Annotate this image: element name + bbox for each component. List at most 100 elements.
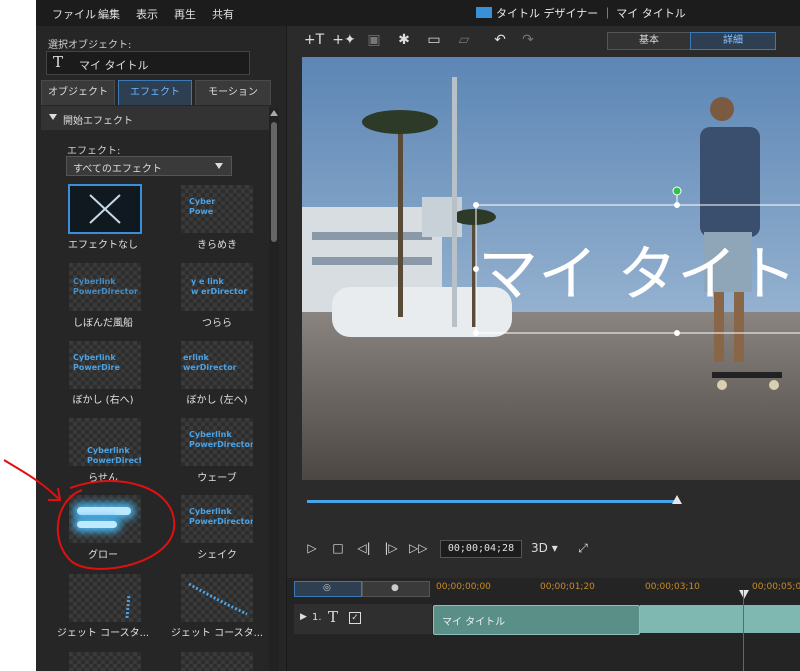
playhead-marker[interactable] xyxy=(739,590,749,599)
thumb-text: y e link w erDirector xyxy=(191,277,248,296)
thumb-text: Cyberlink PowerDire xyxy=(73,353,120,372)
insert-particle-icon[interactable]: +✦ xyxy=(332,30,356,50)
effect-filter-dropdown[interactable]: すべてのエフェクト xyxy=(66,156,232,176)
insert-text-icon[interactable]: +T xyxy=(302,30,326,50)
fast-forward-icon[interactable]: ▷▷ xyxy=(409,540,427,556)
effect-thumb[interactable]: Cyberlink PowerDirector xyxy=(69,263,141,311)
thumb-text: Cyberlink PowerDirector xyxy=(189,430,253,449)
selected-object-label: 選択オブジェクト: xyxy=(48,40,132,51)
track-expand-icon[interactable]: ▶ xyxy=(300,612,307,622)
effect-filter-label: エフェクト: xyxy=(67,146,121,157)
prev-frame-icon[interactable]: ◁| xyxy=(355,540,373,556)
effect-label: きらめき xyxy=(197,240,237,251)
undo-icon[interactable]: ↶ xyxy=(488,30,512,50)
effect-label: ジェット コースタ... xyxy=(170,628,264,639)
effect-filter-value: すべてのエフェクト xyxy=(73,164,162,175)
fullscreen-icon[interactable]: ⤢ xyxy=(574,540,592,556)
effect-thumb[interactable]: Cyberlink PowerDire xyxy=(69,341,141,389)
stop-icon[interactable]: □ xyxy=(329,540,347,556)
effect-thumb-glow[interactable] xyxy=(69,495,141,543)
play-icon[interactable]: ▷ xyxy=(303,540,321,556)
effect-label: エフェクトなし xyxy=(68,240,138,251)
insert-image-icon[interactable]: ▣ xyxy=(362,30,386,50)
insert-effect-icon[interactable]: ✱ xyxy=(392,30,416,50)
effect-label: グロー xyxy=(88,550,118,561)
glow-blob xyxy=(77,521,117,528)
app-logo-icon xyxy=(476,7,492,18)
3d-mode-label: 3D xyxy=(531,541,548,555)
coaster-thumb-graphic xyxy=(125,593,131,619)
glow-blob xyxy=(77,507,131,515)
selected-object-value: マイ タイトル xyxy=(79,59,149,72)
effect-thumb-none[interactable] xyxy=(68,184,142,234)
mode-detail-button[interactable]: 詳細 xyxy=(690,32,776,50)
video-preview[interactable]: マイ タイトル xyxy=(302,57,800,480)
menu-share[interactable]: 共有 xyxy=(212,6,234,22)
redo-icon[interactable]: ↷ xyxy=(516,30,540,50)
effect-label: ウェーブ xyxy=(197,473,237,484)
preview-seek-track[interactable] xyxy=(307,500,677,503)
tab-effect[interactable]: エフェクト xyxy=(118,80,192,105)
scroll-thumb[interactable] xyxy=(271,122,277,242)
tab-object[interactable]: オブジェクト xyxy=(41,80,115,105)
effect-thumb[interactable]: Cyber Powe xyxy=(181,185,253,233)
preview-seek-thumb[interactable] xyxy=(672,495,682,504)
collapse-arrow-icon xyxy=(49,114,57,120)
thumb-text: Cyberlink PowerDirector xyxy=(87,446,141,465)
effect-thumb[interactable]: Cyberlink PowerDirector xyxy=(181,495,253,543)
effects-scrollbar[interactable] xyxy=(269,108,279,671)
track-enable-checkbox[interactable]: ✓ xyxy=(349,612,361,624)
insert-background-icon[interactable]: ▱ xyxy=(452,30,476,50)
window-title-text: タイトル デザイナー ｜ マイ タイトル xyxy=(496,7,686,20)
track-header: ▶ 1. T ✓ xyxy=(294,604,432,634)
selected-object-field[interactable]: T マイ タイトル xyxy=(46,51,250,75)
chevron-down-icon xyxy=(215,163,223,169)
zoom-icon: ● xyxy=(391,583,399,593)
thumb-text: erlink werDirector xyxy=(183,353,237,372)
effect-thumb[interactable] xyxy=(181,652,253,671)
playhead-line xyxy=(743,590,744,671)
ruler-tick: 00;00;01;20 xyxy=(540,582,595,592)
section-header-start-effects[interactable]: 開始エフェクト xyxy=(41,106,269,130)
clip-extension[interactable] xyxy=(640,605,800,633)
mode-basic-button[interactable]: 基本 xyxy=(607,32,691,50)
effect-thumb[interactable]: Cyberlink PowerDirector xyxy=(69,418,141,466)
effect-label: つらら xyxy=(202,318,232,329)
effect-thumb[interactable] xyxy=(181,574,253,622)
thumb-text: Cyberlink PowerDirector xyxy=(189,507,253,526)
menu-bar: ファイル 編集 表示 再生 共有 タイトル デザイナー ｜ マイ タイトル xyxy=(36,0,800,26)
effect-label: シェイク xyxy=(197,550,237,561)
coaster-thumb-graphic xyxy=(188,582,248,616)
preview-scene: マイ タイトル xyxy=(302,57,800,480)
thumb-text: Cyberlink PowerDirector xyxy=(73,277,138,296)
scroll-up-icon xyxy=(270,110,278,116)
menu-edit[interactable]: 編集 xyxy=(98,6,120,22)
3d-mode-button[interactable]: 3D ▾ xyxy=(531,541,558,555)
next-frame-icon[interactable]: |▷ xyxy=(382,540,400,556)
thumb-text: Cyber Powe xyxy=(189,197,216,216)
section-title: 開始エフェクト xyxy=(63,116,133,127)
effect-thumb[interactable] xyxy=(69,574,141,622)
menu-play[interactable]: 再生 xyxy=(174,6,196,22)
effect-thumb[interactable]: erlink werDirector xyxy=(181,341,253,389)
tab-motion[interactable]: モーション xyxy=(195,80,271,105)
effect-label: しぼんだ風船 xyxy=(73,318,133,329)
effect-thumb[interactable]: Cyberlink PowerDirector xyxy=(181,418,253,466)
timecode-display[interactable]: 00;00;04;28 xyxy=(440,540,522,558)
timeline-view-icon: ◎ xyxy=(323,583,331,593)
effect-label: ジェット コースタ... xyxy=(56,628,150,639)
menu-view[interactable]: 表示 xyxy=(136,6,158,22)
effect-thumb[interactable]: y e link w erDirector xyxy=(181,263,253,311)
no-effect-x-icon xyxy=(89,194,121,224)
preview-title-text[interactable]: マイ タイトル xyxy=(478,240,800,310)
title-clip[interactable]: マイ タイトル xyxy=(433,605,640,635)
clip-label: マイ タイトル xyxy=(442,617,506,628)
insert-box-icon[interactable]: ▭ xyxy=(422,30,446,50)
ruler-tick: 00;00;03;10 xyxy=(645,582,700,592)
menu-file[interactable]: ファイル xyxy=(52,6,96,22)
title-track-icon: T xyxy=(328,608,339,626)
ruler-tick: 00;00;00;00 xyxy=(436,582,491,592)
effect-thumb[interactable] xyxy=(69,652,141,671)
track-index: 1. xyxy=(312,612,322,623)
text-object-icon: T xyxy=(53,53,64,71)
